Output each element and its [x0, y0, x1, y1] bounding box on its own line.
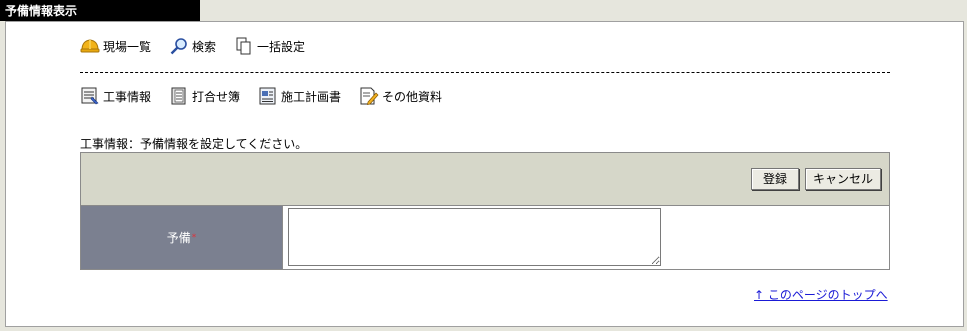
nav-site-list[interactable]: 現場一覧 [80, 37, 151, 55]
nav-search-label: 検索 [192, 39, 217, 54]
notebook-icon [171, 87, 186, 105]
magnifier-icon [170, 38, 187, 55]
page-top-link[interactable]: ↑ このページのトップへ [754, 286, 888, 303]
register-button[interactable]: 登録 [751, 168, 799, 190]
reserve-textarea[interactable] [288, 208, 661, 266]
required-mark: * [191, 232, 197, 243]
reserve-form: 登録 キャンセル 予備 * [80, 152, 890, 270]
instruction-message: 工事情報：予備情報を設定してください。 [80, 137, 308, 151]
main-panel: 現場一覧 検索 一括設定 工事情報 打合せ簿 施工計画書 その他資料 工事情報：… [5, 21, 964, 327]
nav-construction-plan[interactable]: 施工計画書 [258, 87, 341, 105]
nav-meeting-book-label: 打合せ簿 [192, 89, 241, 104]
nav-construction-info-label: 工事情報 [103, 89, 152, 104]
hardhat-icon [80, 39, 100, 53]
button-bar: 登録 キャンセル [81, 153, 889, 206]
nav-construction-plan-label: 施工計画書 [281, 89, 342, 104]
nav-site-list-label: 現場一覧 [103, 39, 152, 54]
nav-other-materials-label: その他資料 [382, 89, 443, 104]
sub-nav: 工事情報 打合せ簿 施工計画書 その他資料 [80, 85, 460, 107]
copy-pages-icon [236, 37, 251, 55]
field-label: 予備 [166, 231, 191, 245]
edit-doc-icon [360, 87, 379, 105]
list-form-icon [81, 87, 99, 105]
top-nav: 現場一覧 検索 一括設定 [80, 35, 323, 57]
nav-construction-info[interactable]: 工事情報 [80, 87, 151, 105]
nav-meeting-book[interactable]: 打合せ簿 [169, 87, 240, 105]
plan-doc-icon [259, 87, 276, 105]
nav-search[interactable]: 検索 [169, 37, 216, 55]
nav-bulk-setting-label: 一括設定 [257, 39, 306, 54]
nav-bulk-setting[interactable]: 一括設定 [234, 37, 305, 55]
nav-other-materials[interactable]: その他資料 [359, 87, 442, 105]
cancel-button[interactable]: キャンセル [805, 168, 881, 190]
nav-divider [80, 72, 890, 73]
field-label-cell: 予備 * [81, 206, 283, 269]
window-title: 予備情報表示 [0, 0, 200, 21]
